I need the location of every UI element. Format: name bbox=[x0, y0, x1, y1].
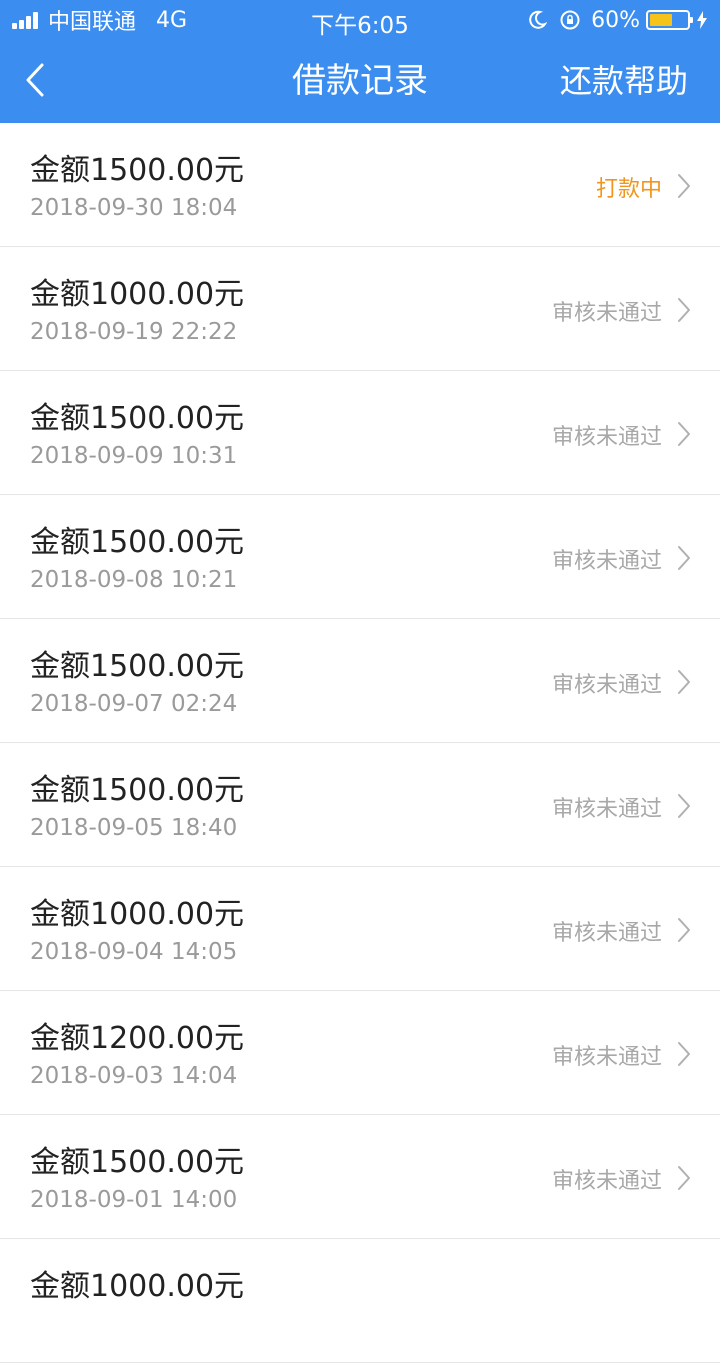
chevron-right-icon bbox=[676, 296, 692, 328]
loan-record-item[interactable]: 金额1500.00元 2018-09-09 10:31 审核未通过 bbox=[0, 371, 720, 495]
record-amount: 金额1500.00元 bbox=[30, 401, 245, 436]
record-amount: 金额1500.00元 bbox=[30, 525, 245, 560]
battery-icon bbox=[646, 10, 693, 30]
chevron-right-icon bbox=[676, 1164, 692, 1196]
battery-percent: 60% bbox=[591, 7, 640, 33]
battery-level bbox=[650, 14, 672, 26]
record-amount: 金额1500.00元 bbox=[30, 1145, 245, 1180]
repayment-help-button[interactable]: 还款帮助 bbox=[560, 40, 688, 123]
record-status: 审核未通过 bbox=[551, 921, 662, 946]
record-amount: 金额1000.00元 bbox=[30, 1269, 245, 1304]
record-date: 2018-09-09 10:31 bbox=[30, 443, 238, 469]
rotation-lock-icon bbox=[559, 9, 581, 31]
chevron-right-icon bbox=[676, 792, 692, 824]
record-status: 审核未通过 bbox=[551, 1045, 662, 1070]
loan-record-item[interactable]: 金额1500.00元 2018-09-08 10:21 审核未通过 bbox=[0, 495, 720, 619]
record-date: 2018-09-01 14:00 bbox=[30, 1187, 238, 1213]
charging-bolt-icon bbox=[696, 10, 708, 30]
record-status: 审核未通过 bbox=[551, 1169, 662, 1194]
record-date: 2018-09-05 18:40 bbox=[30, 815, 238, 841]
record-amount: 金额1000.00元 bbox=[30, 277, 245, 312]
record-status: 审核未通过 bbox=[551, 549, 662, 574]
record-status: 审核未通过 bbox=[551, 673, 662, 698]
chevron-right-icon bbox=[676, 916, 692, 948]
loan-record-item[interactable]: 金额1000.00元 2018-09-19 22:22 审核未通过 bbox=[0, 247, 720, 371]
loan-record-list: 金额1500.00元 2018-09-30 18:04 打款中金额1000.00元 2… bbox=[0, 123, 720, 1363]
loan-record-item[interactable]: 金额1000.00元 bbox=[0, 1239, 720, 1363]
record-date: 2018-09-19 22:22 bbox=[30, 319, 238, 345]
record-status: 审核未通过 bbox=[551, 797, 662, 822]
moon-icon bbox=[527, 10, 548, 30]
record-amount: 金额1000.00元 bbox=[30, 897, 245, 932]
status-bar: 中国联通 4G 下午6:05 60% bbox=[0, 0, 720, 40]
loan-record-item[interactable]: 金额1000.00元 2018-09-04 14:05 审核未通过 bbox=[0, 867, 720, 991]
record-amount: 金额1500.00元 bbox=[30, 153, 245, 188]
record-status: 打款中 bbox=[595, 177, 662, 202]
record-date: 2018-09-08 10:21 bbox=[30, 567, 238, 593]
record-date: 2018-09-04 14:05 bbox=[30, 939, 238, 965]
nav-bar: 借款记录 还款帮助 bbox=[0, 40, 720, 123]
chevron-right-icon bbox=[676, 172, 692, 204]
record-date: 2018-09-30 18:04 bbox=[30, 195, 238, 221]
chevron-right-icon bbox=[676, 544, 692, 576]
record-status: 审核未通过 bbox=[551, 425, 662, 450]
loan-record-item[interactable]: 金额1500.00元 2018-09-07 02:24 审核未通过 bbox=[0, 619, 720, 743]
chevron-right-icon bbox=[676, 668, 692, 700]
chevron-right-icon bbox=[676, 1040, 692, 1072]
record-amount: 金额1500.00元 bbox=[30, 649, 245, 684]
record-amount: 金额1200.00元 bbox=[30, 1021, 245, 1056]
loan-record-item[interactable]: 金额1200.00元 2018-09-03 14:04 审核未通过 bbox=[0, 991, 720, 1115]
loan-record-item[interactable]: 金额1500.00元 2018-09-05 18:40 审核未通过 bbox=[0, 743, 720, 867]
status-bar-right: 60% bbox=[527, 6, 708, 34]
loan-record-item[interactable]: 金额1500.00元 2018-09-01 14:00 审核未通过 bbox=[0, 1115, 720, 1239]
app-header: 中国联通 4G 下午6:05 60% 借款记录 还款帮助 bbox=[0, 0, 720, 123]
record-date: 2018-09-03 14:04 bbox=[30, 1063, 238, 1089]
record-status: 审核未通过 bbox=[551, 301, 662, 326]
record-date: 2018-09-07 02:24 bbox=[30, 691, 238, 717]
loan-record-item[interactable]: 金额1500.00元 2018-09-30 18:04 打款中 bbox=[0, 123, 720, 247]
chevron-right-icon bbox=[676, 420, 692, 452]
record-amount: 金额1500.00元 bbox=[30, 773, 245, 808]
